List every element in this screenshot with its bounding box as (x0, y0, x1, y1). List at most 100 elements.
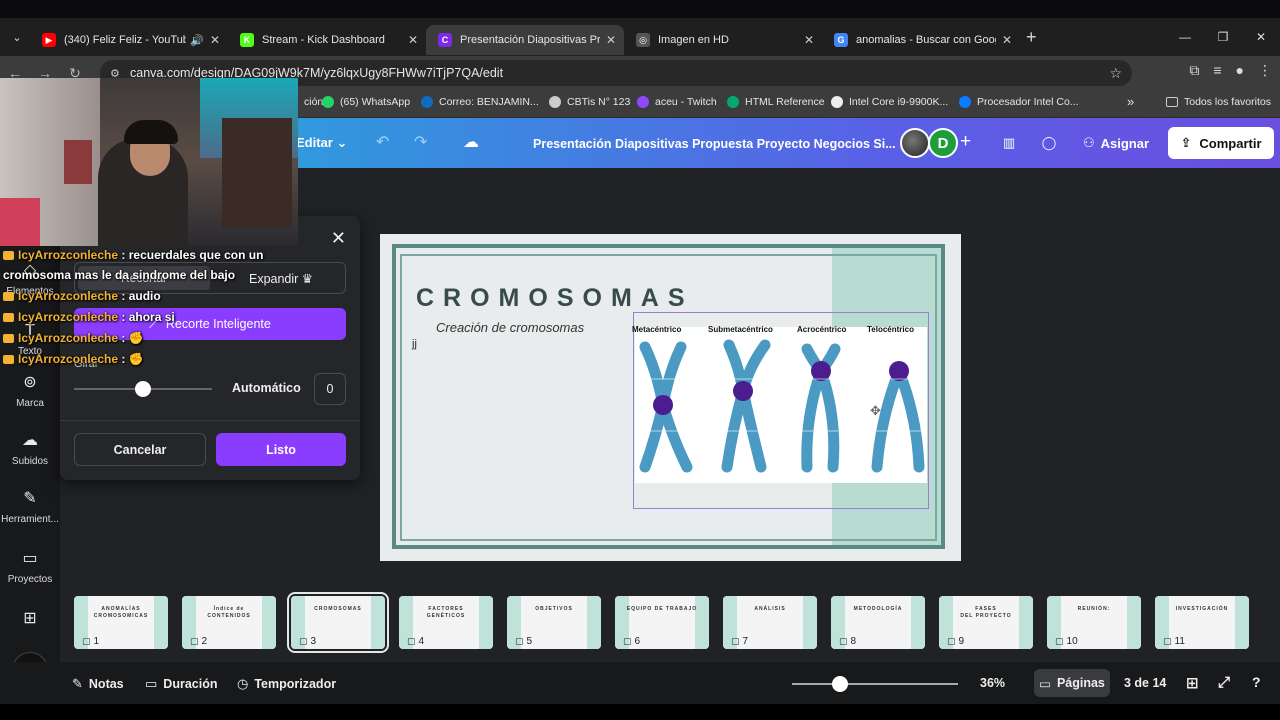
tab-audio-icon[interactable]: 🔊 (190, 34, 204, 47)
bookmark-item[interactable]: HTML Reference (727, 96, 825, 108)
slide-note-text[interactable]: jj (412, 338, 417, 350)
extensions-icon[interactable]: ⧉ (1189, 62, 1199, 79)
help-icon[interactable]: ? (1252, 674, 1261, 690)
tab-close-icon[interactable]: ✕ (606, 33, 616, 47)
bookmark-item[interactable]: (65) WhatsApp (322, 96, 410, 108)
sidebar-item-herramientas[interactable]: ✎ Herramient... (0, 488, 60, 525)
thumbnail-title: FASES DEL PROYECTO (960, 606, 1012, 619)
page-thumbnail[interactable]: ANOMALÍAS CROMOSOMICAS ▢ 1 (74, 596, 168, 649)
page-thumbnail[interactable]: METODOLOGÍA ▢ 8 (831, 596, 925, 649)
new-tab-button[interactable]: + (1026, 27, 1037, 48)
browser-tab[interactable]: C Presentación Diapositivas Propu ✕ (426, 25, 624, 55)
comment-icon[interactable]: ◯ (1034, 128, 1064, 158)
add-collaborator-icon[interactable]: + (960, 131, 971, 153)
insights-chart-icon[interactable]: ▥ (994, 128, 1024, 158)
rotation-degrees-input[interactable]: 0 (314, 373, 346, 405)
undo-icon[interactable]: ↶ (376, 132, 389, 152)
page-thumbnail[interactable]: OBJETIVOS ▢ 5 (507, 596, 601, 649)
tab-close-icon[interactable]: ✕ (408, 33, 418, 47)
editar-menu[interactable]: Editar ⌄ (296, 135, 347, 151)
bookmark-item[interactable]: Procesador Intel Co... (959, 96, 1079, 108)
zoom-level[interactable]: 36% (980, 676, 1005, 690)
bookmark-favicon-icon (727, 96, 739, 108)
rotation-slider-thumb[interactable] (135, 381, 151, 397)
bookmarks-overflow-icon[interactable]: » (1127, 94, 1134, 109)
comment-icon: ▢ (190, 636, 199, 646)
bookmark-label: CBTis N° 123 (567, 96, 631, 108)
centromere-3 (811, 361, 831, 381)
page-thumbnail[interactable]: REUNIÓN: ▢ 10 (1047, 596, 1141, 649)
page-thumbnail[interactable]: Índice de CONTENIDOS ▢ 2 (182, 596, 276, 649)
automatico-button[interactable]: Automático (232, 381, 301, 395)
bookmark-item[interactable]: Intel Core i9-9900K... (831, 96, 948, 108)
chromosome-image-selection[interactable]: Metacéntrico Submetacéntrico Acrocéntric… (632, 312, 929, 509)
tab-close-icon[interactable]: ✕ (1002, 33, 1012, 47)
sub-badge-icon (3, 251, 14, 260)
bookmark-item[interactable]: CBTis N° 123 (549, 96, 630, 108)
sidebar-item-subidos[interactable]: ☁ Subidos (0, 430, 60, 467)
bookmark-item[interactable]: Correo: BENJAMIN... (421, 96, 539, 108)
browser-menu-icon[interactable]: ⋮ (1258, 62, 1272, 79)
duracion-button[interactable]: ▭ Duración (145, 676, 217, 692)
notas-button[interactable]: ✎ Notas (72, 676, 124, 692)
duracion-label: Duración (163, 677, 218, 691)
bookmark-item[interactable]: aceu - Twitch (637, 96, 717, 108)
avatar-user-d[interactable]: D (928, 128, 958, 158)
avatar[interactable] (900, 128, 930, 158)
profile-icon[interactable]: ● (1236, 62, 1244, 79)
sidebar-item-marca[interactable]: ⊚ Marca (0, 372, 60, 409)
redo-icon[interactable]: ↷ (414, 132, 427, 152)
thumbnail-number: ▢ 9 (947, 636, 964, 647)
compartir-button[interactable]: ⇪ Compartir (1168, 127, 1274, 159)
zoom-slider-thumb[interactable] (832, 676, 849, 692)
page-thumbnail[interactable]: ANÁLISIS ▢ 7 (723, 596, 817, 649)
page-thumbnail[interactable]: CROMOSOMAS ▢ 3 (287, 592, 389, 653)
chromosome-image[interactable] (635, 327, 927, 483)
browser-tab[interactable]: ▶ (340) Feliz Feliz - YouTube 🔊 ✕ (30, 25, 228, 55)
sidebar-item-proyectos[interactable]: ▭ Proyectos (0, 548, 60, 585)
close-window-icon[interactable]: ✕ (1242, 30, 1280, 44)
paginas-label: Páginas (1056, 676, 1105, 690)
listo-button[interactable]: Listo (216, 433, 346, 466)
close-icon[interactable]: ✕ (331, 228, 346, 249)
compartir-label: Compartir (1199, 135, 1262, 151)
asignar-button[interactable]: ⚇ Asignar (1074, 128, 1158, 158)
grid-view-icon[interactable]: ⊞ (1186, 674, 1199, 692)
media-controls-icon[interactable]: ≡ (1213, 62, 1221, 79)
thumb-decor (262, 596, 276, 649)
slide-subtitle[interactable]: Creación de cromosomas (436, 320, 584, 335)
cancel-button[interactable]: Cancelar (74, 433, 206, 466)
bookmark-label: Intel Core i9-9900K... (849, 96, 949, 108)
maximize-icon[interactable]: ❐ (1204, 30, 1242, 44)
tab-search-dropdown-icon[interactable]: ⌄ (4, 24, 30, 50)
slide-title[interactable]: CROMOSOMAS (416, 284, 694, 313)
tab-close-icon[interactable]: ✕ (804, 33, 814, 47)
page-number: 2 (201, 636, 208, 647)
bookmark-favicon-icon (322, 96, 334, 108)
label-acrocentrico: Acrocéntrico (797, 325, 847, 334)
cloud-saved-icon[interactable]: ☁ (463, 132, 479, 152)
paginas-button[interactable]: ▭ Páginas (1034, 669, 1110, 697)
browser-tab[interactable]: ◎ Imagen en HD ✕ (624, 25, 822, 55)
minimize-icon[interactable]: — (1166, 30, 1204, 44)
chat-user: IcyArrozconleche (18, 352, 119, 366)
thumbnail-title: OBJETIVOS (535, 606, 573, 612)
temporizador-button[interactable]: ◷ Temporizador (237, 676, 336, 692)
zoom-slider[interactable] (792, 683, 958, 685)
bookmark-star-icon[interactable]: ☆ (1109, 65, 1122, 82)
page-thumbnail[interactable]: INVESTIGACIÓN ▢ 11 (1155, 596, 1249, 649)
page-thumbnail[interactable]: EQUIPO DE TRABAJO ▢ 6 (615, 596, 709, 649)
browser-tab[interactable]: K Stream - Kick Dashboard ✕ (228, 25, 426, 55)
sidebar-item-apps[interactable]: ⊞ (0, 608, 60, 634)
design-title[interactable]: Presentación Diapositivas Propuesta Proy… (533, 137, 896, 151)
page-thumbnail[interactable]: FACTORES GENÉTICOS ▢ 4 (399, 596, 493, 649)
browser-tab[interactable]: Ganomalias - Buscar con Google ✕ (822, 25, 1020, 55)
page-number: 4 (418, 636, 425, 647)
slide-canvas[interactable]: CROMOSOMAS Creación de cromosomas jj Met… (380, 234, 961, 561)
fullscreen-icon[interactable]: ⤢ (1218, 674, 1230, 691)
all-bookmarks-folder[interactable]: Todos los favoritos (1166, 96, 1271, 108)
comment-icon: ▢ (947, 636, 956, 646)
page-thumbnail[interactable]: FASES DEL PROYECTO ▢ 9 (939, 596, 1033, 649)
tab-close-icon[interactable]: ✕ (210, 33, 220, 47)
chromosome-illustration (635, 339, 927, 473)
